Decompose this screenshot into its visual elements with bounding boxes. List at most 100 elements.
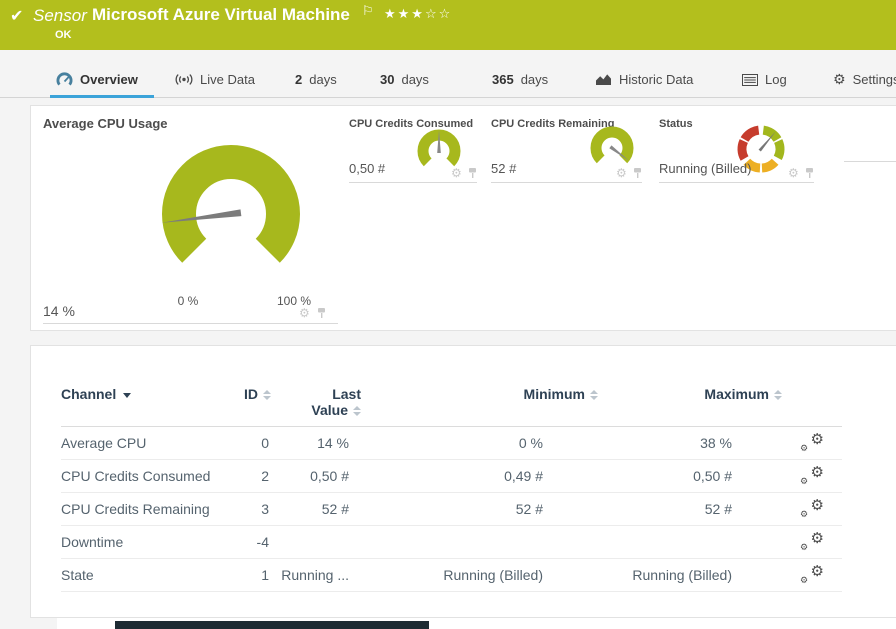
gear-icon[interactable]: ⚙ [299, 307, 310, 319]
remaining-value: 52 # [491, 161, 516, 176]
sensor-kind-label: Sensor [33, 6, 87, 26]
table-row: Downtime -4 ⚙⚙ [61, 526, 842, 559]
maximum-value: 38 % [598, 435, 782, 451]
gauge-scale-max: 100 % [269, 294, 319, 308]
sensor-title: Microsoft Azure Virtual Machine [92, 5, 350, 25]
channel-id: 2 [236, 468, 271, 484]
tab-overview[interactable]: Overview [56, 62, 138, 97]
maximum-value: 0,50 # [598, 468, 782, 484]
col-header-id[interactable]: ID [236, 386, 271, 402]
minimum-value: 0 % [361, 435, 598, 451]
tab-label: Settings [853, 72, 896, 87]
tab-label: days [309, 72, 336, 87]
last-value: 52 # [271, 501, 361, 517]
tab-bar: Overview Live Data 2days 30days 365days … [0, 62, 896, 98]
panel-divider [491, 182, 642, 183]
ok-check-icon: ✔ [10, 6, 23, 26]
table-row: State 1 Running ... Running (Billed) Run… [61, 559, 842, 592]
channels-card: Channel ID Last Value Minimum Maximum [30, 345, 896, 618]
minimum-value: Running (Billed) [361, 567, 598, 583]
channel-id: -4 [236, 534, 271, 550]
channel-settings-icon[interactable]: ⚙⚙ [800, 467, 824, 485]
gauge-scale-min: 0 % [168, 294, 208, 308]
tab-2-days[interactable]: 2 days [295, 62, 337, 97]
gauges-card: Average CPU Usage 0 % 100 % 14 % ⚙ CPU C… [30, 105, 896, 331]
status-gauge-title: Status [659, 118, 693, 130]
tab-number: 2 [295, 72, 302, 87]
channel-id: 1 [236, 567, 271, 583]
panel-divider [349, 182, 477, 183]
sensor-header: ✔ Sensor Microsoft Azure Virtual Machine… [0, 0, 896, 50]
tab-label: Overview [80, 72, 138, 87]
channel-name[interactable]: CPU Credits Remaining [61, 501, 236, 517]
tab-label: days [521, 72, 548, 87]
average-cpu-value: 14 % [43, 303, 75, 319]
table-header-row: Channel ID Last Value Minimum Maximum [61, 386, 842, 427]
channel-id: 0 [236, 435, 271, 451]
maximum-value: Running (Billed) [598, 567, 782, 583]
panel-divider [43, 323, 338, 324]
status-value: Running (Billed) [659, 161, 752, 176]
channel-name[interactable]: Average CPU [61, 435, 236, 451]
tab-30-days[interactable]: 30 days [380, 62, 429, 97]
pin-icon[interactable] [805, 167, 814, 179]
tab-historic-data[interactable]: Historic Data [595, 62, 693, 97]
panel-divider [659, 182, 814, 183]
table-row: Average CPU 0 14 % 0 % 38 % ⚙⚙ [61, 427, 842, 460]
channel-settings-icon[interactable]: ⚙⚙ [800, 566, 824, 584]
gear-icon[interactable]: ⚙ [616, 167, 627, 179]
minimum-value: 52 # [361, 501, 598, 517]
table-row: CPU Credits Consumed 2 0,50 # 0,49 # 0,5… [61, 460, 842, 493]
pin-icon[interactable] [317, 307, 326, 319]
remaining-gauge [587, 121, 637, 171]
gear-icon[interactable]: ⚙ [788, 167, 799, 179]
flag-icon[interactable]: ⚐ [362, 3, 374, 19]
active-tab-indicator [50, 95, 154, 98]
channel-name[interactable]: CPU Credits Consumed [61, 468, 236, 484]
tab-label: Log [765, 72, 787, 87]
tab-number: 365 [492, 72, 514, 87]
col-header-channel[interactable]: Channel [61, 386, 236, 402]
sorted-desc-icon [123, 393, 131, 398]
broadcast-icon [175, 73, 193, 86]
pin-icon[interactable] [468, 167, 477, 179]
primary-gauge-title: Average CPU Usage [43, 116, 168, 131]
priority-stars[interactable]: ★★★☆☆ [384, 6, 452, 22]
col-header-last-value[interactable]: Last Value [271, 386, 361, 418]
consumed-value: 0,50 # [349, 161, 385, 176]
sort-icon [353, 406, 361, 416]
gear-icon[interactable]: ⚙ [451, 167, 462, 179]
tab-log[interactable]: Log [742, 62, 787, 97]
tab-label: Historic Data [619, 72, 693, 87]
channel-name[interactable]: Downtime [61, 534, 236, 550]
tab-live-data[interactable]: Live Data [175, 62, 255, 97]
panel-divider [844, 161, 896, 162]
tab-365-days[interactable]: 365 days [492, 62, 548, 97]
gauge-icon [56, 72, 73, 87]
minimum-value: 0,49 # [361, 468, 598, 484]
tab-number: 30 [380, 72, 394, 87]
channel-table: Channel ID Last Value Minimum Maximum [61, 386, 842, 592]
channel-settings-icon[interactable]: ⚙⚙ [800, 533, 824, 551]
sort-icon [590, 390, 598, 400]
channel-settings-icon[interactable]: ⚙⚙ [800, 434, 824, 452]
status-badge: OK [55, 29, 72, 41]
col-header-maximum[interactable]: Maximum [598, 386, 782, 402]
channel-settings-icon[interactable]: ⚙⚙ [800, 500, 824, 518]
channel-name[interactable]: State [61, 567, 236, 583]
gear-icon: ⚙ [833, 71, 846, 88]
last-value: 14 % [271, 435, 361, 451]
log-list-icon [742, 74, 758, 86]
pin-icon[interactable] [633, 167, 642, 179]
tab-settings[interactable]: ⚙ Settings [833, 62, 896, 97]
last-value: Running ... [271, 567, 361, 583]
average-cpu-gauge [151, 134, 311, 294]
maximum-value: 52 # [598, 501, 782, 517]
sort-icon [774, 390, 782, 400]
tab-label: days [401, 72, 428, 87]
col-header-minimum[interactable]: Minimum [361, 386, 598, 402]
area-chart-icon [595, 73, 612, 86]
table-row: CPU Credits Remaining 3 52 # 52 # 52 # ⚙… [61, 493, 842, 526]
channel-id: 3 [236, 501, 271, 517]
sensor-overview-page: ✔ Sensor Microsoft Azure Virtual Machine… [0, 0, 896, 629]
